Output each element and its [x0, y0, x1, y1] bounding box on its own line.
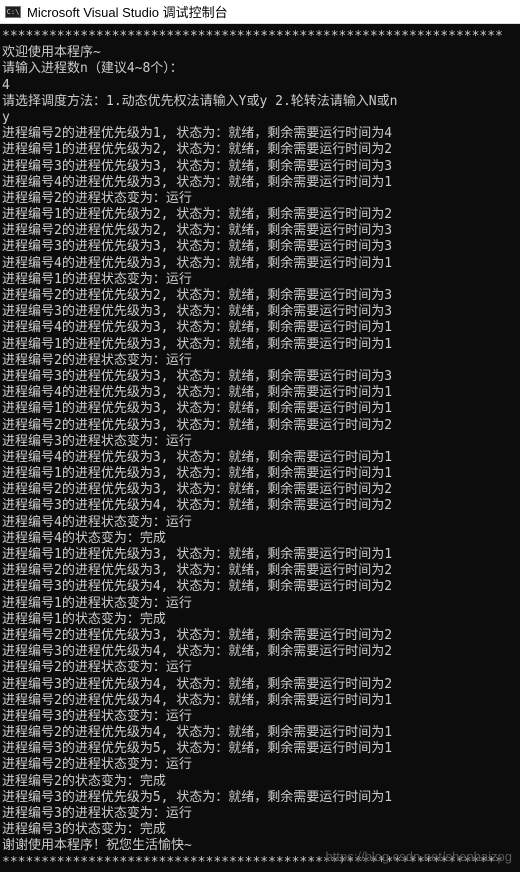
console-line: 进程编号2的进程优先级为2, 状态为：就绪，剩余需要运行时间为3	[2, 288, 393, 303]
title-bar: C:\ Microsoft Visual Studio 调试控制台	[0, 0, 520, 24]
console-line: 进程编号1的进程优先级为3, 状态为：就绪，剩余需要运行时间为1	[2, 466, 393, 482]
console-line: 进程编号3的进程状态变为：运行	[2, 433, 192, 449]
console-line: 进程编号4的进程优先级为3, 状态为：就绪，剩余需要运行时间为1	[2, 320, 393, 336]
console-lines: ****************************************…	[2, 29, 503, 871]
console-line: 进程编号2的进程状态变为：运行	[2, 190, 192, 206]
console-line: 进程编号2的进程优先级为4, 状态为：就绪，剩余需要运行时间为1	[2, 692, 393, 708]
console-line: 进程编号3的进程优先级为4, 状态为：就绪，剩余需要运行时间为2	[2, 579, 393, 595]
console-line: 进程编号3的进程状态变为：运行	[2, 806, 192, 821]
console-line: 进程编号3的进程优先级为4, 状态为：就绪，剩余需要运行时间为2	[2, 644, 393, 660]
console-line: 进程编号2的状态变为：完成	[2, 773, 166, 789]
console-line: 进程编号4的进程优先级为3, 状态为：就绪，剩余需要运行时间为1	[2, 385, 393, 401]
console-line: 进程编号1的进程状态变为：运行	[2, 271, 192, 287]
console-app-icon: C:\	[5, 5, 21, 18]
console-line: 进程编号4的进程优先级为3, 状态为：就绪，剩余需要运行时间为1	[2, 174, 393, 190]
console-line: 进程编号2的进程优先级为3, 状态为：就绪，剩余需要运行时间为2	[2, 627, 393, 643]
console-line: 进程编号1的进程优先级为3, 状态为：就绪，剩余需要运行时间为1	[2, 336, 393, 352]
console-line: 进程编号2的进程优先级为1, 状态为：就绪，剩余需要运行时间为4	[2, 126, 393, 142]
console-line: 进程编号1的进程优先级为2, 状态为：就绪，剩余需要运行时间为2	[2, 142, 393, 158]
console-line: 进程编号2的进程状态变为：运行	[2, 352, 192, 368]
console-line: ****************************************…	[2, 29, 503, 44]
console-line: 进程编号2的进程优先级为4, 状态为：就绪，剩余需要运行时间为1	[2, 725, 393, 741]
console-line: 4	[2, 77, 10, 93]
console-line: 请输入进程数n（建议4~8个）：	[2, 61, 183, 77]
console-line: 进程编号2的进程状态变为：运行	[2, 660, 192, 676]
console-line: 欢迎使用本程序~	[2, 45, 101, 61]
console-line: 进程编号4的进程优先级为3, 状态为：就绪，剩余需要运行时间为1	[2, 449, 393, 465]
console-line: 进程编号3的进程优先级为3, 状态为：就绪，剩余需要运行时间为3	[2, 304, 393, 320]
watermark: https://blog.csdn.net/shenhaizpg	[325, 849, 512, 864]
console-output-area[interactable]: ****************************************…	[0, 24, 520, 872]
console-line: 进程编号3的进程优先级为3, 状态为：就绪，剩余需要运行时间为3	[2, 158, 393, 174]
console-line: 进程编号2的进程状态变为：运行	[2, 757, 192, 773]
window-title: Microsoft Visual Studio 调试控制台	[27, 5, 228, 20]
console-line: 进程编号3的进程优先级为4, 状态为：就绪，剩余需要运行时间为2	[2, 676, 393, 692]
console-line: 进程编号3的进程优先级为3, 状态为：就绪，剩余需要运行时间为3	[2, 368, 393, 384]
console-line: 请选择调度方法：1.动态优先权法请输入Y或y 2.轮转法请输入N或n	[2, 93, 398, 109]
console-line: y	[2, 109, 10, 125]
console-line: 进程编号4的进程状态变为：运行	[2, 514, 192, 530]
console-line: 进程编号1的进程状态变为：运行	[2, 595, 192, 611]
console-line: 进程编号3的进程优先级为4, 状态为：就绪，剩余需要运行时间为2	[2, 498, 393, 514]
console-line: 进程编号3的进程优先级为3, 状态为：就绪，剩余需要运行时间为3	[2, 239, 393, 255]
console-line: 进程编号3的进程状态变为：运行	[2, 708, 192, 724]
console-line: 进程编号4的进程优先级为3, 状态为：就绪，剩余需要运行时间为1	[2, 255, 393, 271]
console-line: 进程编号2的进程优先级为2, 状态为：就绪，剩余需要运行时间为3	[2, 223, 393, 239]
console-line: 进程编号3的进程优先级为5, 状态为：就绪，剩余需要运行时间为1	[2, 789, 393, 805]
console-line: 进程编号2的进程优先级为3, 状态为：就绪，剩余需要运行时间为2	[2, 482, 393, 498]
console-line: 进程编号1的进程优先级为3, 状态为：就绪，剩余需要运行时间为1	[2, 547, 393, 562]
console-line: 进程编号3的状态变为：完成	[2, 822, 166, 838]
console-line: 进程编号1的进程优先级为2, 状态为：就绪，剩余需要运行时间为2	[2, 207, 393, 223]
console-line: 进程编号2的进程优先级为3, 状态为：就绪，剩余需要运行时间为2	[2, 563, 393, 579]
console-line: 进程编号4的状态变为：完成	[2, 530, 166, 546]
console-line: 进程编号1的进程优先级为3, 状态为：就绪，剩余需要运行时间为1	[2, 401, 393, 417]
console-line: 进程编号1的状态变为：完成	[2, 611, 166, 627]
console-line: 进程编号2的进程优先级为3, 状态为：就绪，剩余需要运行时间为2	[2, 417, 393, 433]
console-line: 进程编号3的进程优先级为5, 状态为：就绪，剩余需要运行时间为1	[2, 741, 393, 757]
